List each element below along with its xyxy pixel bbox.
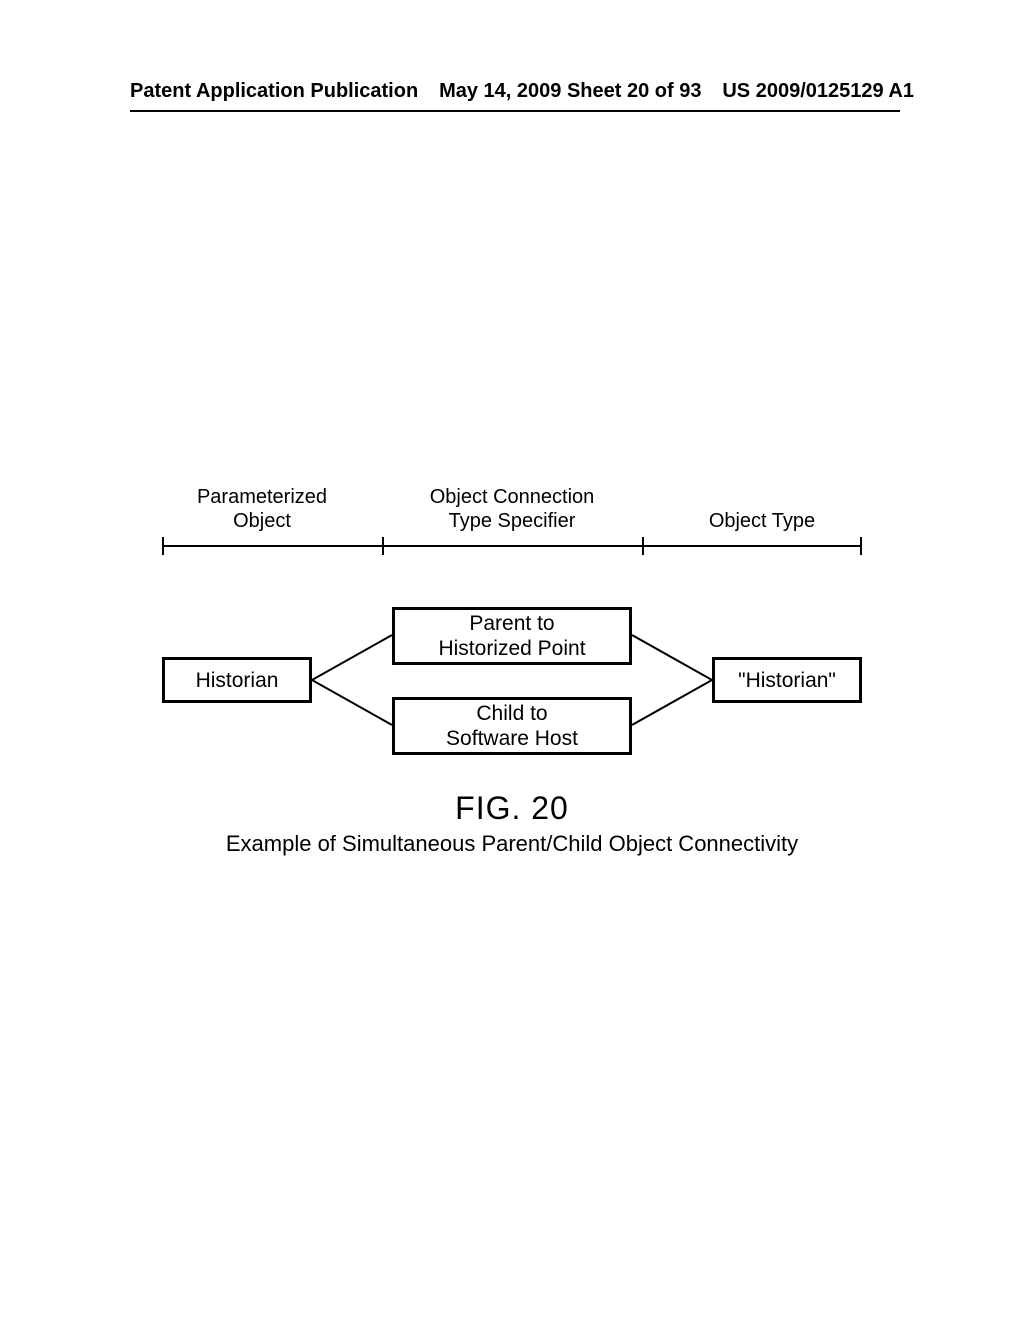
header-left: Patent Application Publication xyxy=(130,80,418,103)
figure-number: FIG. 20 xyxy=(0,790,1024,827)
page-header: Patent Application Publication May 14, 2… xyxy=(0,80,1024,103)
header-right: US 2009/0125129 A1 xyxy=(722,80,914,103)
col-label-connection-type: Object Connection Type Specifier xyxy=(382,485,642,533)
col-label-parameterized-object: Parameterized Object xyxy=(162,485,362,533)
column-labels: Parameterized Object Object Connection T… xyxy=(162,475,862,545)
box-child-to-software-host: Child to Software Host xyxy=(392,697,632,755)
column-bracket xyxy=(162,545,862,563)
header-center: May 14, 2009 Sheet 20 of 93 xyxy=(439,80,701,103)
figure-caption: Example of Simultaneous Parent/Child Obj… xyxy=(0,831,1024,857)
diagram: Parameterized Object Object Connection T… xyxy=(162,475,862,545)
page: Patent Application Publication May 14, 2… xyxy=(0,0,1024,1320)
diagram-body: Historian Parent to Historized Point Chi… xyxy=(162,585,862,775)
col-label-object-type: Object Type xyxy=(662,509,862,533)
box-parent-to-historized-point: Parent to Historized Point xyxy=(392,607,632,665)
box-historian-type: "Historian" xyxy=(712,657,862,703)
figure-label: FIG. 20 Example of Simultaneous Parent/C… xyxy=(0,790,1024,857)
header-rule xyxy=(130,110,900,112)
box-historian: Historian xyxy=(162,657,312,703)
